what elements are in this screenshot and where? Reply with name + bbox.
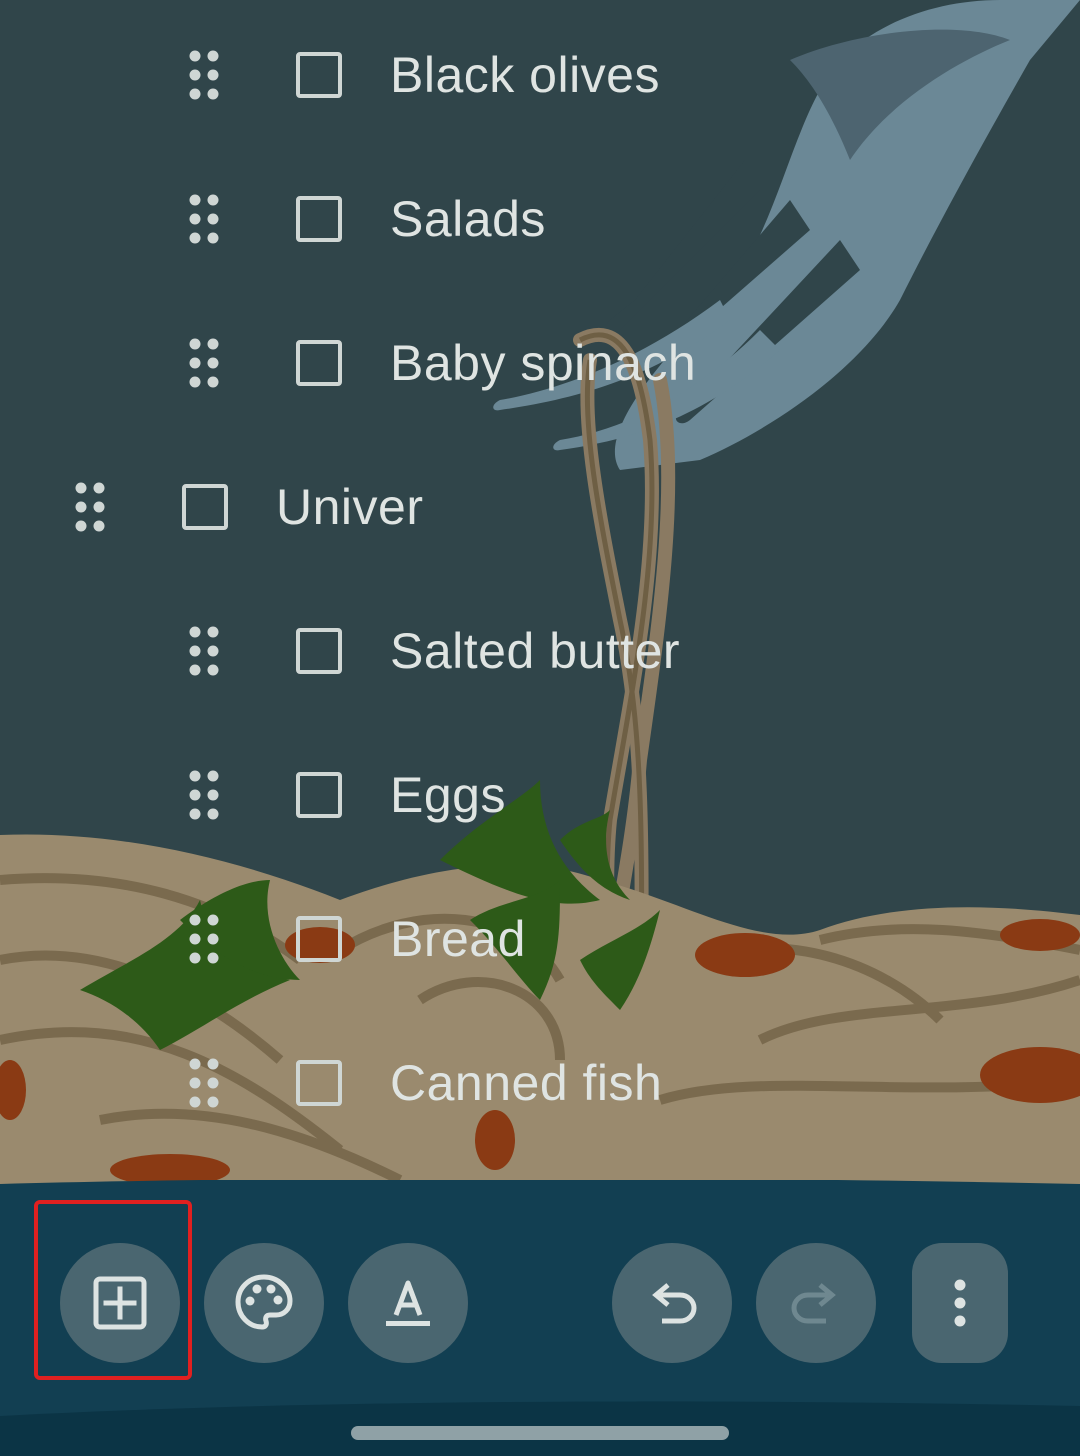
undo-button[interactable] bbox=[612, 1243, 732, 1363]
checkbox[interactable] bbox=[182, 484, 228, 530]
drag-handle-icon[interactable] bbox=[186, 189, 222, 249]
drag-handle-icon[interactable] bbox=[186, 621, 222, 681]
list-item[interactable]: Black olives bbox=[186, 25, 660, 125]
checkbox[interactable] bbox=[296, 1060, 342, 1106]
checkbox[interactable] bbox=[296, 340, 342, 386]
redo-icon bbox=[791, 1283, 836, 1324]
checkbox[interactable] bbox=[296, 196, 342, 242]
list-item[interactable]: Baby spinach bbox=[186, 313, 696, 413]
text-format-icon bbox=[386, 1280, 430, 1326]
list-item-label[interactable]: Eggs bbox=[390, 766, 506, 824]
list-item-label[interactable]: Univer bbox=[276, 478, 423, 536]
undo-icon bbox=[652, 1283, 697, 1324]
list-item[interactable]: Univer bbox=[72, 457, 423, 557]
list-item-label[interactable]: Canned fish bbox=[390, 1054, 662, 1112]
redo-button[interactable] bbox=[756, 1243, 876, 1363]
more-vert-icon bbox=[954, 1279, 966, 1327]
text-format-button[interactable] bbox=[348, 1243, 468, 1363]
checkbox[interactable] bbox=[296, 628, 342, 674]
drag-handle-icon[interactable] bbox=[186, 1053, 222, 1113]
list-item-label[interactable]: Bread bbox=[390, 910, 526, 968]
background-options-button[interactable] bbox=[204, 1243, 324, 1363]
list-item-label[interactable]: Black olives bbox=[390, 46, 660, 104]
drag-handle-icon[interactable] bbox=[186, 909, 222, 969]
drag-handle-icon[interactable] bbox=[186, 45, 222, 105]
home-gesture-bar[interactable] bbox=[351, 1426, 729, 1440]
list-item-label[interactable]: Salted butter bbox=[390, 622, 680, 680]
list-item[interactable]: Salads bbox=[186, 169, 546, 269]
checkbox[interactable] bbox=[296, 52, 342, 98]
drag-handle-icon[interactable] bbox=[72, 477, 108, 537]
list-item-label[interactable]: Baby spinach bbox=[390, 334, 696, 392]
drag-handle-icon[interactable] bbox=[186, 765, 222, 825]
more-options-button[interactable] bbox=[912, 1243, 1008, 1363]
list-item-label[interactable]: Salads bbox=[390, 190, 546, 248]
checkbox[interactable] bbox=[296, 916, 342, 962]
list-item[interactable]: Eggs bbox=[186, 745, 506, 845]
list-item[interactable]: Salted butter bbox=[186, 601, 680, 701]
checkbox[interactable] bbox=[296, 772, 342, 818]
list-item[interactable]: Bread bbox=[186, 889, 526, 989]
highlight-box bbox=[34, 1200, 192, 1380]
list-item[interactable]: Canned fish bbox=[186, 1033, 662, 1133]
drag-handle-icon[interactable] bbox=[186, 333, 222, 393]
palette-icon bbox=[235, 1274, 293, 1330]
